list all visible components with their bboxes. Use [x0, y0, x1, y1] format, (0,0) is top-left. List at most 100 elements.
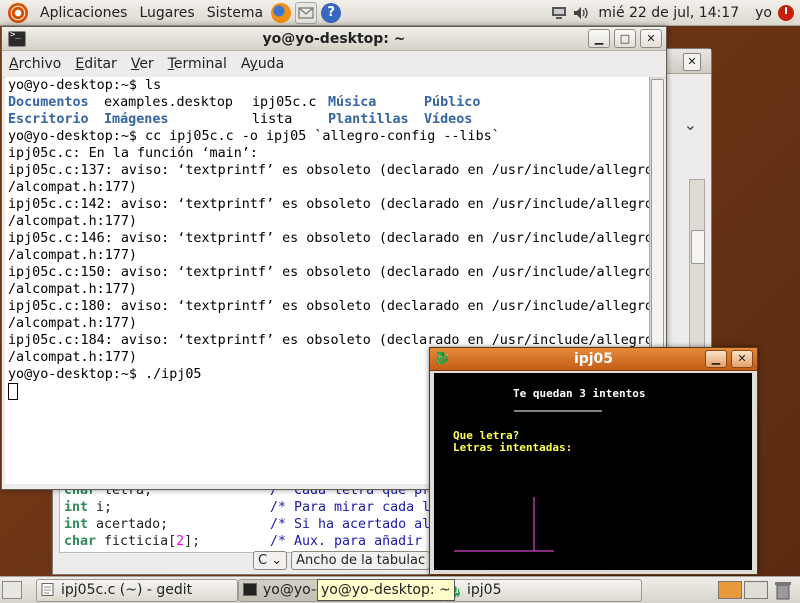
clock[interactable]: mié 22 de jul, 14:17	[592, 5, 751, 21]
terminal-icon	[243, 583, 257, 596]
allegro-icon[interactable]: 🐉	[434, 352, 450, 366]
text-cursor	[8, 383, 18, 400]
code-comment: /* Para mirar cada l	[270, 500, 431, 515]
code-number: 2	[176, 534, 185, 549]
terminal-line: ipj05c.c: En la función ‘main’:	[8, 146, 258, 161]
chevron-down-icon[interactable]: ⌄	[684, 115, 697, 134]
menu-archivo-rest: rchivo	[18, 56, 62, 72]
terminal-line: /alcompat.h:177)	[8, 214, 137, 229]
show-desktop-icon[interactable]	[2, 581, 22, 599]
terminal-line: ipj05c.c:180: aviso: ‘textprintf’ es obs…	[8, 299, 651, 314]
maximize-button[interactable]: □	[614, 29, 636, 48]
network-icon[interactable]	[551, 6, 567, 20]
tab-width-combo[interactable]: Ancho de la tabulac	[291, 550, 431, 570]
code-keyword: int	[64, 517, 89, 532]
code-line: char ficticia[2]; /* Aux. para añadir	[60, 533, 460, 550]
menu-aplicaciones[interactable]: Aplicaciones	[34, 5, 133, 21]
terminal-line: ipj05c.c:150: aviso: ‘textprintf’ es obs…	[8, 265, 651, 280]
tried-letters-label: Letras intentadas:	[453, 441, 573, 454]
minimize-button[interactable]: ▁	[705, 350, 727, 368]
ubuntu-logo-icon[interactable]	[8, 2, 28, 23]
ls-output-row: Escritorio Imágenes lista Plantillas Vídeos	[8, 111, 651, 128]
terminal-icon[interactable]	[8, 30, 26, 47]
terminal-title: yo@yo-desktop: ~	[262, 30, 406, 47]
trash-icon[interactable]	[772, 580, 794, 600]
menu-ver[interactable]: Ver	[124, 56, 161, 72]
menu-archivo-accel: A	[9, 56, 19, 72]
code-text: acertado;	[88, 517, 169, 532]
volume-icon[interactable]	[573, 6, 589, 20]
code-keyword: char	[64, 534, 97, 549]
code-comment: /* Si ha acertado al	[270, 517, 431, 532]
user-name[interactable]: yo	[751, 5, 776, 21]
terminal-line: ipj05c.c:146: aviso: ‘textprintf’ es obs…	[8, 231, 651, 246]
workspace-2[interactable]	[744, 581, 768, 599]
file-entry: lista	[252, 112, 293, 127]
directory-entry: Público	[424, 95, 481, 110]
game-titlebar[interactable]: 🐉 ipj05 ▁ ✕	[430, 348, 757, 371]
menu-editar-rest: ditar	[84, 56, 117, 72]
terminal-line: yo@yo-desktop:~$ ls	[8, 78, 162, 93]
menu-editar-accel: E	[75, 56, 85, 72]
game-drawing	[454, 410, 602, 552]
tray-area: mié 22 de jul, 14:17 yo	[548, 0, 800, 25]
terminal-line: /alcompat.h:177)	[8, 282, 137, 297]
directory-entry: Documentos	[8, 95, 89, 110]
terminal-line: ipj05c.c:142: aviso: ‘textprintf’ es obs…	[8, 197, 651, 212]
task-game[interactable]: 🐉ipj05	[442, 579, 642, 602]
top-panel: Aplicaciones Lugares Sistema ? mié 22 de…	[0, 0, 800, 26]
firefox-icon[interactable]	[271, 2, 292, 23]
task-label: ipj05	[467, 582, 502, 598]
terminal-menubar: Archivo Editar Ver Terminal Ayuda	[2, 51, 666, 78]
code-line: int i; /* Para mirar cada l	[60, 499, 460, 516]
close-button[interactable]: ✕	[640, 29, 662, 48]
directory-entry: Escritorio	[8, 112, 89, 127]
code-line: int acertado; /* Si ha acertado al	[60, 516, 460, 533]
terminal-line: yo@yo-desktop:~$ cc ipj05c.c -o ipj05 `a…	[8, 129, 500, 144]
task-tooltip: yo@yo-desktop: ~	[317, 579, 455, 601]
game-canvas[interactable]: Te quedan 3 intentos Que letra? Letras i…	[434, 373, 752, 570]
menu-ver-rest: er	[139, 56, 154, 72]
file-entry: ipj05c.c	[252, 95, 317, 110]
menu-ayuda-accel: y	[249, 56, 258, 72]
menu-terminal-rest: erminal	[173, 56, 227, 72]
code-keyword: int	[64, 500, 89, 515]
window-buttons: ▁ ✕	[701, 350, 753, 368]
terminal-titlebar[interactable]: yo@yo-desktop: ~ ▁ □ ✕	[2, 27, 666, 51]
file-entry: examples.desktop	[104, 95, 233, 110]
text-editor-icon	[41, 583, 54, 596]
directory-entry: Imágenes	[104, 112, 169, 127]
task-gedit[interactable]: ipj05c.c (~) - gedit	[36, 579, 238, 602]
code-text: i;	[88, 500, 113, 515]
terminal-line: /alcompat.h:177)	[8, 316, 137, 331]
language-label: C	[258, 552, 268, 568]
close-button[interactable]: ✕	[731, 350, 753, 368]
language-combo[interactable]: C ⌄	[253, 550, 288, 570]
menu-terminal[interactable]: Terminal	[161, 56, 234, 72]
scroll-thumb[interactable]	[691, 230, 705, 264]
power-icon[interactable]	[778, 4, 794, 21]
menu-ayuda-pre: A	[240, 56, 250, 72]
terminal-line: ipj05c.c:137: aviso: ‘textprintf’ es obs…	[8, 163, 651, 178]
menu-ayuda[interactable]: Ayuda	[234, 56, 291, 72]
terminal-line: /alcompat.h:177)	[8, 180, 137, 195]
menu-archivo[interactable]: Archivo	[2, 56, 68, 72]
minimize-button[interactable]: ▁	[588, 29, 610, 48]
mail-icon[interactable]	[295, 1, 318, 24]
menu-lugares[interactable]: Lugares	[133, 5, 200, 21]
menu-ayuda-rest: uda	[257, 56, 285, 72]
terminal-line: /alcompat.h:177)	[8, 248, 137, 263]
directory-entry: Vídeos	[424, 112, 473, 127]
menu-sistema[interactable]: Sistema	[201, 5, 269, 21]
workspace-1[interactable]	[718, 581, 742, 599]
gedit-close-icon[interactable]: ✕	[683, 53, 701, 71]
directory-entry: Música	[328, 95, 377, 110]
code-text: ficticia[	[96, 534, 177, 549]
game-window: 🐉 ipj05 ▁ ✕ Te quedan 3 intentos Que let…	[429, 347, 758, 575]
help-icon[interactable]: ?	[321, 2, 342, 23]
code-text: ];	[184, 534, 201, 549]
menu-editar[interactable]: Editar	[68, 56, 123, 72]
window-buttons: ▁ □ ✕	[584, 29, 662, 48]
directory-entry: Plantillas	[328, 112, 409, 127]
gedit-code-view[interactable]: char letra;/* Cada letra que pr int i;/*…	[59, 481, 461, 553]
